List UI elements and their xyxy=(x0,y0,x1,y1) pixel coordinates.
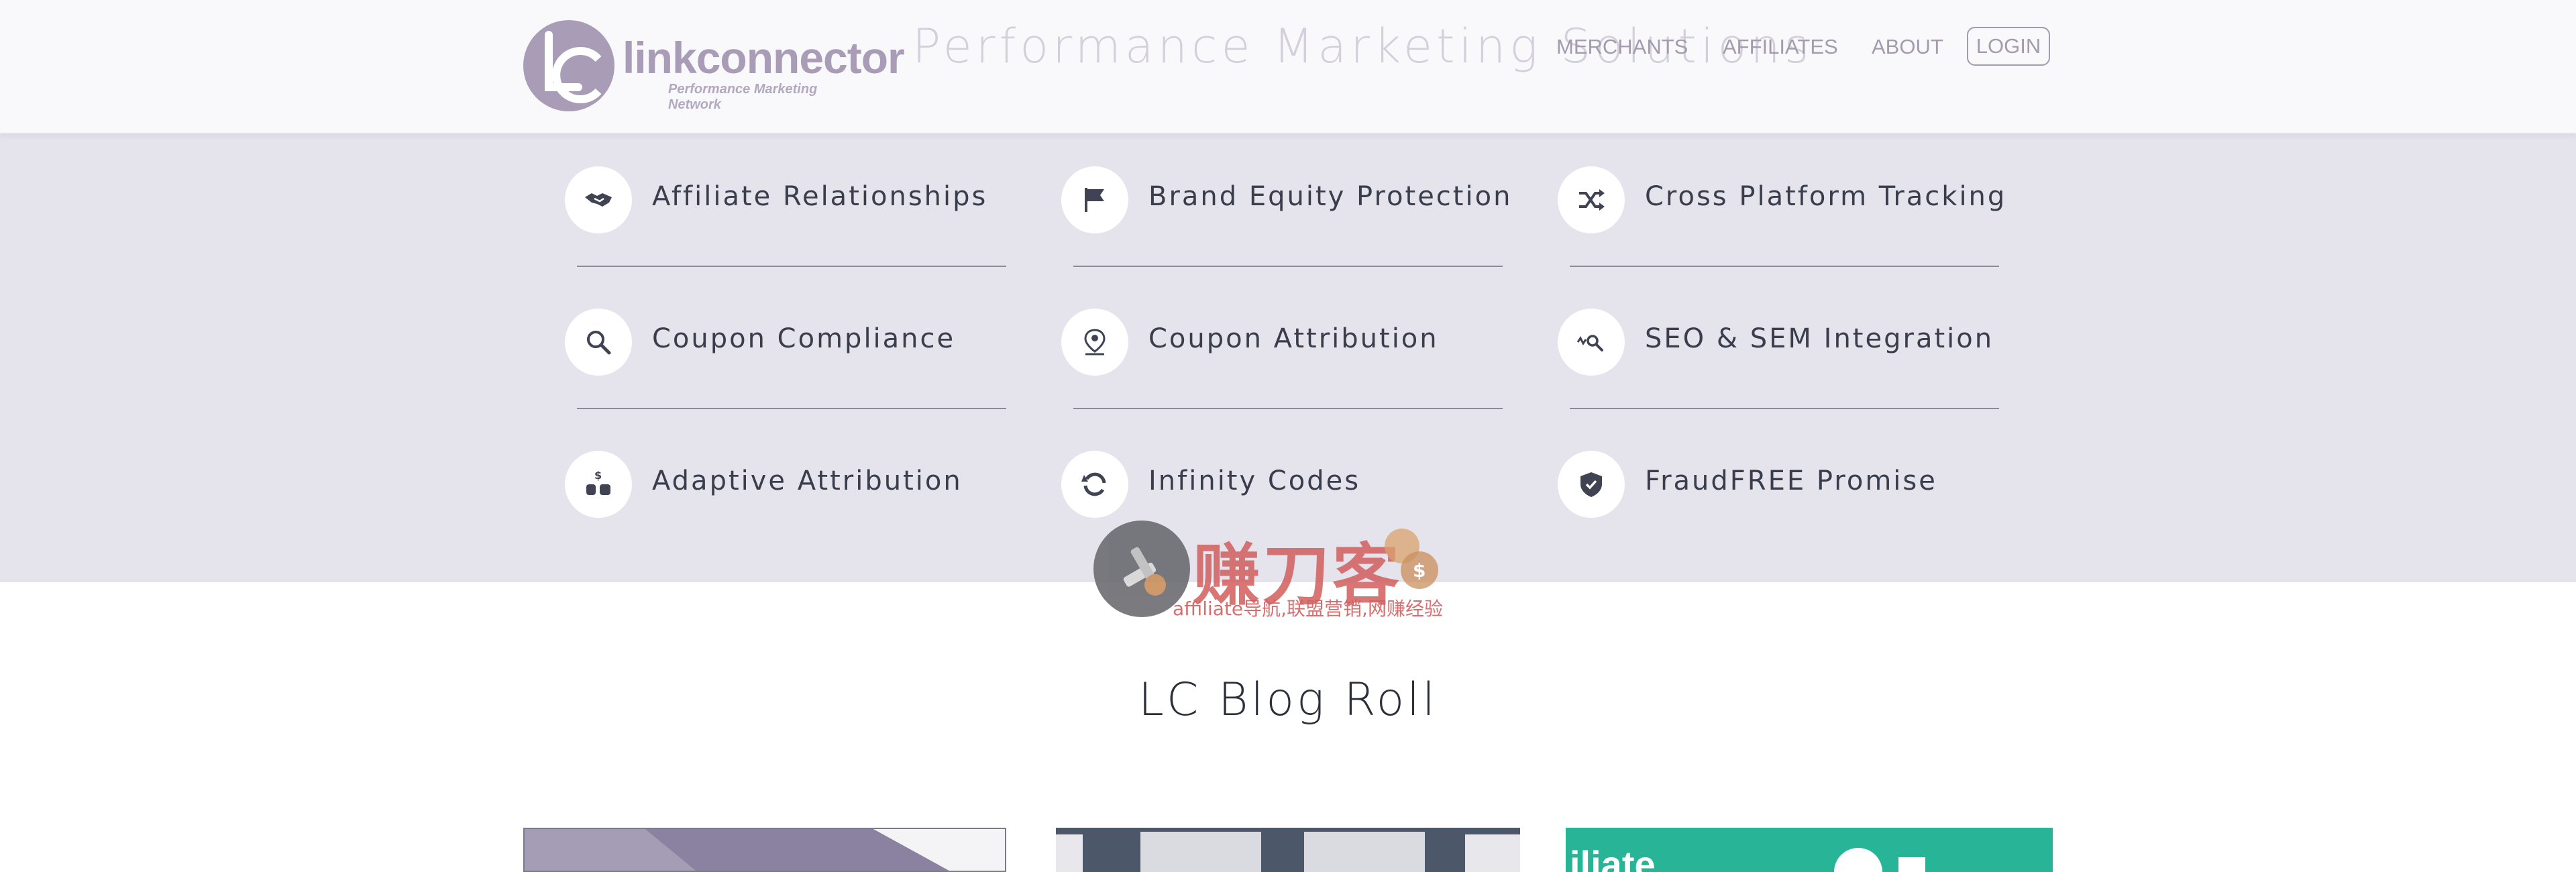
shuffle-icon xyxy=(1558,166,1625,233)
watermark-subtitle: affiliate导航,联盟营销,网赚经验 xyxy=(1173,598,1443,620)
feature-label: Brand Equity Protection xyxy=(1148,181,1513,212)
feature-label: Affiliate Relationships xyxy=(652,181,988,212)
blog-card-1-image xyxy=(645,829,1005,871)
money-bags-icon: $ xyxy=(565,451,632,518)
nav-merchants[interactable]: MERCHANTS xyxy=(1556,35,1688,59)
feature-label: Adaptive Attribution xyxy=(652,466,963,496)
lc-monogram-glyph xyxy=(545,31,602,103)
site-header: linkconnector Performance Marketing Netw… xyxy=(0,0,2576,134)
nav-about[interactable]: ABOUT xyxy=(1872,35,1943,59)
watermark-overlay: 赚刀客 $ affiliate导航,联盟营销,网赚经验 xyxy=(1093,521,1496,628)
feature-divider xyxy=(1570,408,1999,409)
feature-label: FraudFREE Promise xyxy=(1645,466,1937,496)
blog-card-3-logo-icon xyxy=(1834,848,1925,872)
nav-affiliates[interactable]: AFFILIATES xyxy=(1723,35,1838,59)
watermark-coins-icon: $ xyxy=(1385,529,1438,589)
refresh-icon xyxy=(1061,451,1128,518)
feature-label: Coupon Attribution xyxy=(1148,323,1439,354)
feature-label: Cross Platform Tracking xyxy=(1645,181,2007,212)
login-button[interactable]: LOGIN xyxy=(1967,27,2050,66)
blog-card-3[interactable]: iliate xyxy=(1566,828,2053,872)
flag-icon xyxy=(1061,166,1128,233)
svg-text:$: $ xyxy=(1413,559,1426,582)
blog-card-2-image xyxy=(1056,832,1520,872)
blog-card-1[interactable] xyxy=(523,828,1006,872)
handshake-icon xyxy=(565,166,632,233)
blog-card-2[interactable] xyxy=(1056,828,1520,872)
feature-label: Infinity Codes xyxy=(1148,466,1361,496)
feature-label: Coupon Compliance xyxy=(652,323,956,354)
blog-roll-title: LC Blog Roll xyxy=(1138,673,1438,726)
feature-label: SEO & SEM Integration xyxy=(1645,323,1994,354)
feature-divider xyxy=(1073,408,1503,409)
blog-card-3-text: iliate xyxy=(1570,843,1656,872)
shield-check-icon xyxy=(1558,451,1625,518)
svg-text:$: $ xyxy=(594,469,602,482)
lc-monogram xyxy=(523,20,614,111)
features-section: Affiliate Relationships Brand Equity Pro… xyxy=(0,133,2576,620)
linkconnector-logo[interactable]: linkconnector Performance Marketing Netw… xyxy=(523,20,905,114)
feature-divider xyxy=(577,266,1006,267)
feature-divider xyxy=(1570,266,1999,267)
logo-tagline: Performance Marketing Network xyxy=(668,82,818,112)
magnifier-icon xyxy=(565,309,632,376)
map-pin-icon xyxy=(1061,309,1128,376)
search-analytics-icon xyxy=(1558,309,1625,376)
logo-wordmark: linkconnector xyxy=(623,33,905,83)
feature-divider xyxy=(1073,266,1503,267)
feature-divider xyxy=(577,408,1006,409)
